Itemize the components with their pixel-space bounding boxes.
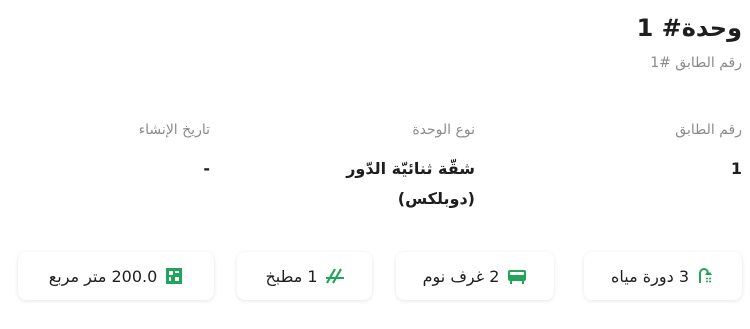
feature-text: 1 مطبخ xyxy=(265,266,318,286)
floor-subtitle: رقم الطابق #1 xyxy=(650,55,742,71)
detail-value: - xyxy=(203,159,210,178)
bed-icon xyxy=(507,268,527,284)
detail-label: رقم الطابق xyxy=(675,122,742,138)
detail-unit-type: نوع الوحدة شقّة ثنائيّة الدّور (دوبلكس) xyxy=(265,122,475,214)
shower-icon xyxy=(697,267,715,285)
unit-title: وحدة# 1 xyxy=(636,14,742,42)
detail-value: 1 xyxy=(730,159,742,178)
feature-chip-area: 200.0 متر مربع xyxy=(18,252,214,300)
detail-value: شقّة ثنائيّة الدّور (دوبلكس) xyxy=(346,159,475,208)
detail-created-date: تاريخ الإنشاء - xyxy=(10,122,210,184)
detail-label: نوع الوحدة xyxy=(412,122,475,138)
feature-chip-bathrooms: 3 دورة مياه xyxy=(584,252,742,300)
feature-chips: 3 دورة مياه 2 غرف نوم 1 مطبخ 200.0 متر م… xyxy=(0,252,750,300)
detail-label: تاريخ الإنشاء xyxy=(138,122,210,138)
area-icon xyxy=(165,267,183,285)
feature-chip-kitchen: 1 مطبخ xyxy=(237,252,372,300)
feature-chip-bedrooms: 2 غرف نوم xyxy=(396,252,554,300)
kitchen-icon xyxy=(325,268,344,284)
feature-text: 3 دورة مياه xyxy=(611,266,689,286)
detail-floor-number: رقم الطابق 1 xyxy=(542,122,742,184)
feature-text: 200.0 متر مربع xyxy=(48,266,158,286)
feature-text: 2 غرف نوم xyxy=(422,266,500,286)
